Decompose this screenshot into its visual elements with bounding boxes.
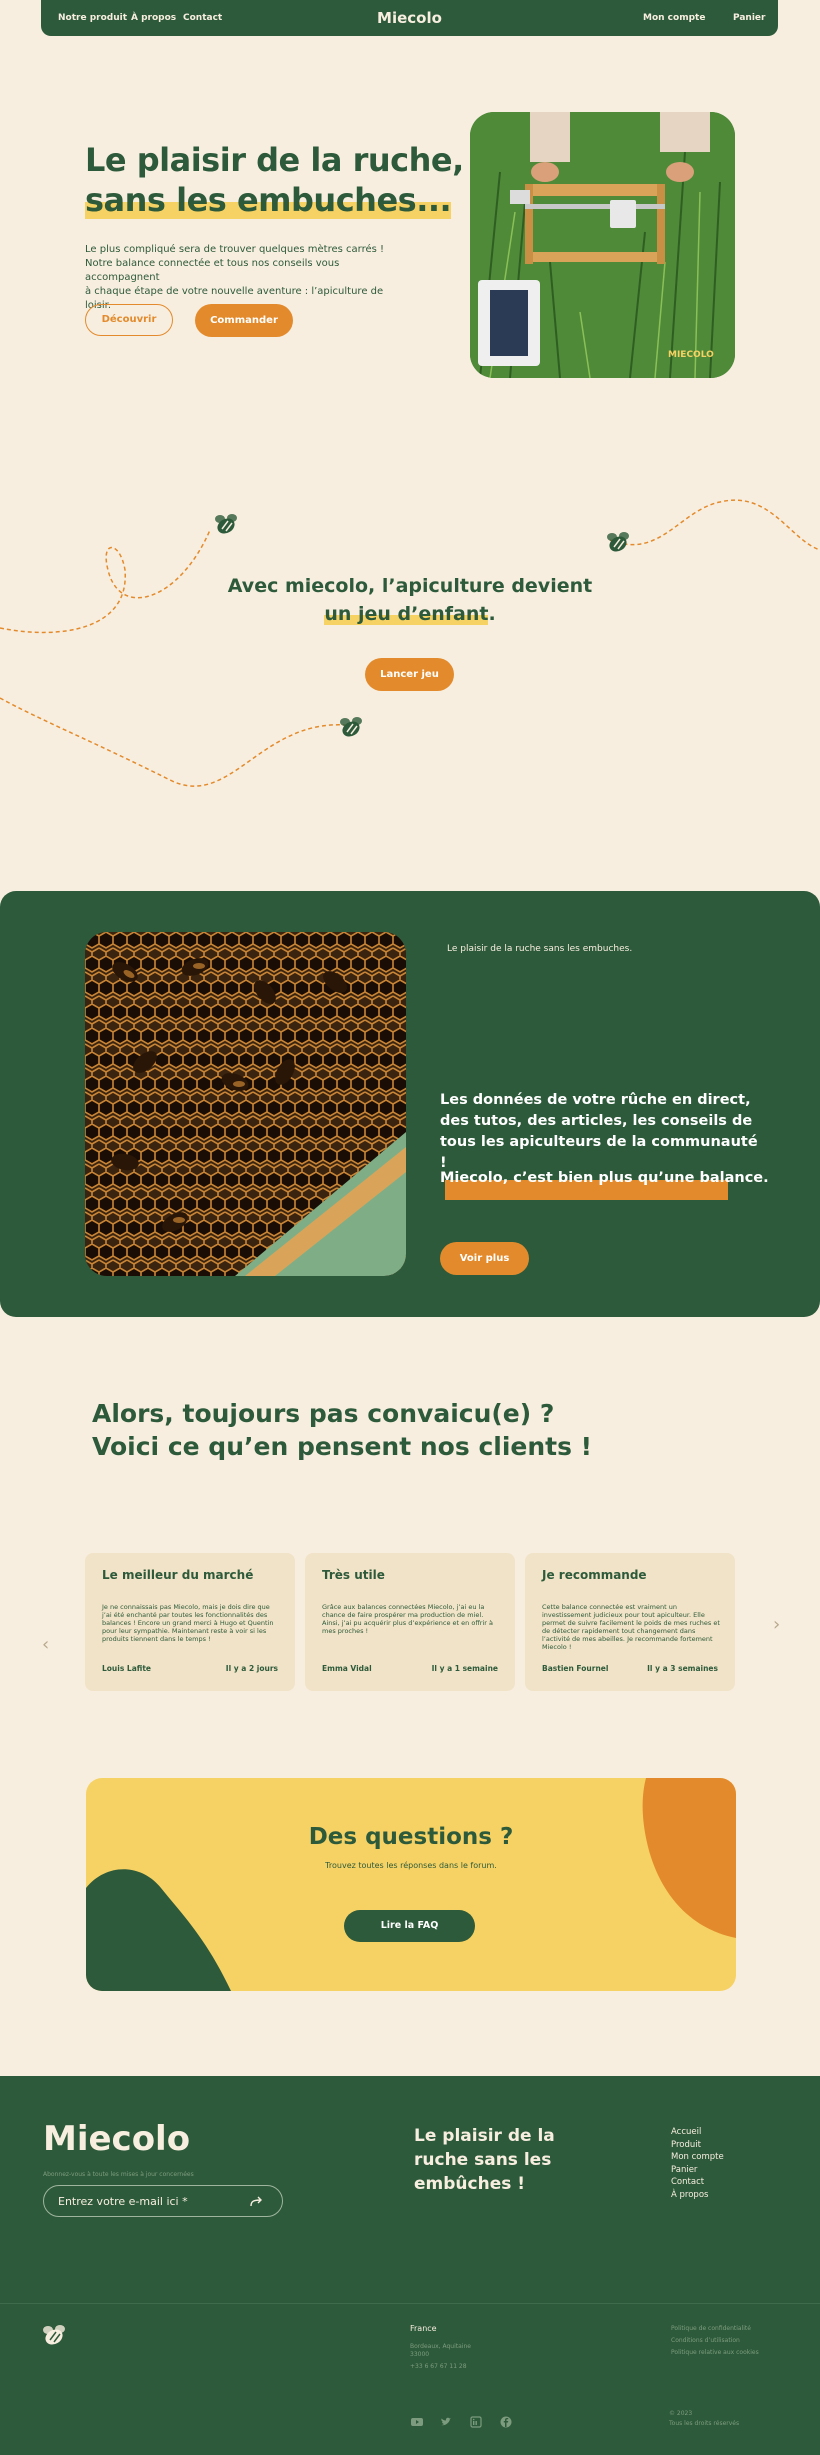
testimonials-title-line2: Voici ce qu’en pensent nos clients ! xyxy=(92,1432,593,1461)
hero-title: Le plaisir de la ruche, sans les embuche… xyxy=(85,140,505,220)
launch-game-button[interactable]: Lancer jeu xyxy=(365,658,454,691)
nav-link-cart[interactable]: Panier xyxy=(733,13,765,23)
game-title-line1: Avec miecolo, l’apiculture devient xyxy=(227,575,593,597)
hero-hive-scale-image: MIECOLO xyxy=(470,112,735,378)
testimonial-time: Il y a 2 jours xyxy=(225,1664,278,1673)
testimonial-text: Grâce aux balances connectées Miecolo, j… xyxy=(322,1603,493,1635)
legal-link-terms[interactable]: Conditions d’utilisation xyxy=(671,2337,759,2345)
testimonial-author: Louis Lafite xyxy=(102,1664,151,1673)
newsletter-email-input[interactable]: Entrez votre e-mail ici * xyxy=(43,2185,283,2217)
footer-copyright: © 2023 Tous les droits réservés xyxy=(669,2410,739,2428)
game-title-highlight: un jeu d’enfant xyxy=(324,603,489,625)
legal-link-cookies[interactable]: Politique relative aux cookies xyxy=(671,2349,759,2357)
footer-link-cart[interactable]: Panier xyxy=(671,2164,724,2177)
testimonial-author: Emma Vidal xyxy=(322,1664,372,1673)
testimonial-text: Je ne connaissais pas Miecolo, mais je d… xyxy=(102,1603,274,1643)
carousel-next-icon[interactable]: › xyxy=(773,1614,780,1635)
testimonial-time: Il y a 3 semaines xyxy=(647,1664,718,1673)
facebook-icon[interactable] xyxy=(500,2416,512,2428)
faq-subtitle: Trouvez toutes les réponses dans le foru… xyxy=(325,1861,497,1870)
twitter-icon[interactable] xyxy=(440,2416,452,2428)
hero-text-line: Le plus compliqué sera de trouver quelqu… xyxy=(85,244,385,255)
footer-logo[interactable]: Miecolo xyxy=(43,2119,190,2159)
testimonial-card: Le meilleur du marché Je ne connaissais … xyxy=(85,1553,295,1691)
hero-text-line: Notre balance connectée et tous nos cons… xyxy=(85,258,340,283)
game-section-title: Avec miecolo, l’apiculture devient un je… xyxy=(200,572,620,628)
address-line: Bordeaux, Aquitaine xyxy=(410,2343,471,2350)
game-title-end: . xyxy=(488,603,496,625)
bee-icon xyxy=(607,532,629,552)
footer-link-product[interactable]: Produit xyxy=(671,2139,724,2152)
testimonial-text: Cette balance connectée est vraiment un … xyxy=(542,1603,720,1651)
faq-banner: Des questions ? Trouvez toutes les répon… xyxy=(86,1778,736,1991)
linkedin-icon[interactable] xyxy=(470,2416,482,2428)
footer-link-about[interactable]: À propos xyxy=(671,2189,724,2202)
testimonial-title: Très utile xyxy=(322,1568,385,1582)
testimonial-time: Il y a 1 semaine xyxy=(431,1664,498,1673)
footer-address: Bordeaux, Aquitaine 33000 xyxy=(410,2343,471,2359)
footer-link-home[interactable]: Accueil xyxy=(671,2126,724,2139)
newsletter-placeholder: Entrez votre e-mail ici * xyxy=(58,2195,188,2208)
read-faq-button[interactable]: Lire la FAQ xyxy=(344,1910,475,1942)
testimonial-author: Bastien Fournel xyxy=(542,1664,609,1673)
nav-link-account[interactable]: Mon compte xyxy=(643,13,705,23)
faq-title: Des questions ? xyxy=(308,1824,514,1850)
legal-link-privacy[interactable]: Politique de confidentialité xyxy=(671,2325,759,2333)
newsletter-note: Abonnez-vous à toute les mises à jour co… xyxy=(43,2171,194,2178)
bee-icon xyxy=(340,717,362,737)
bee-flight-paths xyxy=(0,499,820,787)
copyright-year: © 2023 xyxy=(669,2410,693,2417)
hero-title-line1: Le plaisir de la ruche, xyxy=(85,141,464,179)
testimonial-title: Le meilleur du marché xyxy=(102,1568,254,1582)
footer-phone[interactable]: +33 6 67 67 11 28 xyxy=(410,2363,467,2371)
testimonial-card: Je recommande Cette balance connectée es… xyxy=(525,1553,735,1691)
footer: Miecolo Abonnez-vous à toute les mises à… xyxy=(0,2076,820,2455)
features-highlight: Miecolo, c’est bien plus qu’une balance. xyxy=(440,1170,769,1186)
features-text: Les données de votre rûche en direct, de… xyxy=(440,1092,758,1171)
hero-title-line2: sans les embuches... xyxy=(85,181,452,219)
footer-legal: Politique de confidentialité Conditions … xyxy=(671,2325,759,2357)
testimonial-title: Je recommande xyxy=(542,1568,647,1582)
bee-icon xyxy=(43,2325,65,2345)
footer-divider xyxy=(0,2303,820,2304)
footer-link-account[interactable]: Mon compte xyxy=(671,2151,724,2164)
discover-button[interactable]: Découvrir xyxy=(85,304,173,336)
honeycomb-bees-image xyxy=(85,932,406,1276)
arrow-send-icon[interactable] xyxy=(250,2196,264,2208)
footer-links: Accueil Produit Mon compte Panier Contac… xyxy=(671,2126,724,2201)
testimonials-title: Alors, toujours pas convaicu(e) ? Voici … xyxy=(92,1397,692,1463)
youtube-icon[interactable] xyxy=(411,2416,423,2428)
bee-icon xyxy=(215,514,237,534)
copyright-text: Tous les droits réservés xyxy=(669,2420,740,2427)
order-button[interactable]: Commander xyxy=(195,304,293,337)
footer-link-contact[interactable]: Contact xyxy=(671,2176,724,2189)
address-line: 33000 xyxy=(410,2351,430,2358)
faq-decor-shapes xyxy=(86,1778,736,1991)
footer-tagline: Le plaisir de la ruche sans les embûches… xyxy=(414,2126,555,2194)
carousel-prev-icon[interactable]: ‹ xyxy=(42,1634,49,1655)
testimonials-title-line1: Alors, toujours pas convaicu(e) ? xyxy=(92,1399,555,1428)
see-more-button[interactable]: Voir plus xyxy=(440,1242,529,1275)
hero-description: Le plus compliqué sera de trouver quelqu… xyxy=(85,243,405,313)
features-small-text: Le plaisir de la ruche sans les embuches… xyxy=(447,944,633,954)
footer-country: France xyxy=(410,2324,437,2333)
top-navbar: Notre produit À propos Contact Miecolo M… xyxy=(41,0,778,36)
testimonial-card: Très utile Grâce aux balances connectées… xyxy=(305,1553,515,1691)
hero-image-watermark: MIECOLO xyxy=(668,350,714,360)
